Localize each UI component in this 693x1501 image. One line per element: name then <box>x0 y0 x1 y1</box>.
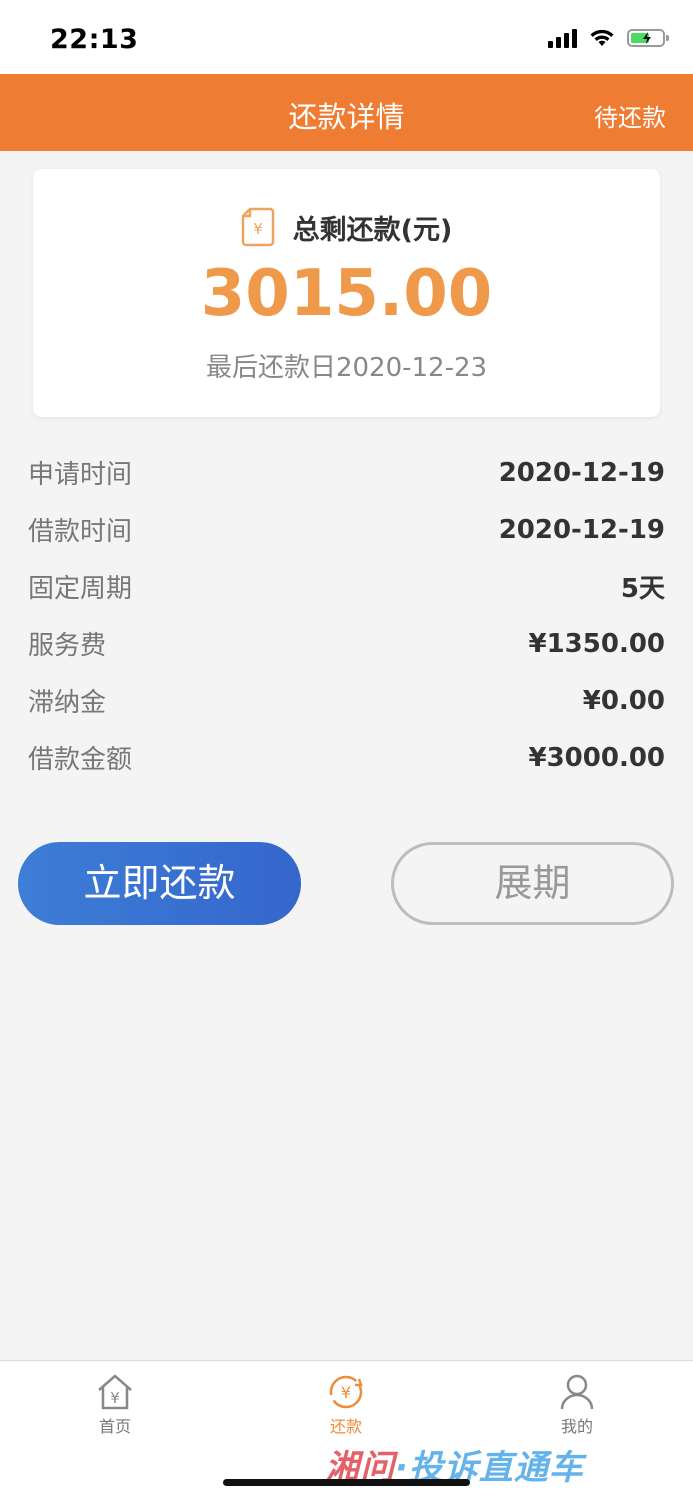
detail-label: 服务费 <box>28 631 107 661</box>
summary-label: 总剩还款(元) <box>292 214 453 246</box>
status-bar: 22:13 <box>0 0 693 74</box>
page-title: 还款详情 <box>288 100 405 134</box>
tab-repay[interactable]: ¥ 还款 <box>286 1373 406 1437</box>
repayment-status-label: 待还款 <box>594 104 666 132</box>
detail-value: ¥3000.00 <box>528 742 665 773</box>
detail-row-loan-amount: 借款金额 ¥3000.00 <box>28 729 665 786</box>
svg-text:¥: ¥ <box>341 1383 351 1402</box>
repay-now-button[interactable]: 立即还款 <box>18 842 301 925</box>
tab-home[interactable]: ¥ 首页 <box>55 1373 175 1437</box>
detail-row-late-fee: 滞纳金 ¥0.00 <box>28 672 665 729</box>
tab-home-label: 首页 <box>98 1417 131 1436</box>
wifi-icon <box>590 29 614 46</box>
detail-value: 2020-12-19 <box>498 457 665 488</box>
remaining-amount: 3015.00 <box>200 257 493 331</box>
detail-label: 借款金额 <box>28 745 133 775</box>
svg-text:¥: ¥ <box>110 1389 120 1407</box>
status-icons <box>548 28 669 48</box>
repayment-summary-card: ¥ 总剩还款(元) 3015.00 最后还款日2020-12-23 <box>33 169 660 417</box>
signal-icon <box>548 28 577 48</box>
svg-text:¥: ¥ <box>253 220 263 238</box>
detail-value: ¥0.00 <box>582 685 665 716</box>
detail-value: 5天 <box>620 574 665 604</box>
yen-document-icon: ¥ <box>241 207 274 247</box>
detail-row-loan-time: 借款时间 2020-12-19 <box>28 501 665 558</box>
detail-label: 滞纳金 <box>28 688 107 718</box>
detail-label: 申请时间 <box>28 460 133 490</box>
tab-profile[interactable]: 我的 <box>517 1373 637 1437</box>
extend-button[interactable]: 展期 <box>391 842 674 925</box>
detail-label: 借款时间 <box>28 517 133 547</box>
yen-refresh-icon: ¥ <box>329 1375 363 1409</box>
status-time: 22:13 <box>50 24 139 55</box>
due-date: 最后还款日2020-12-23 <box>205 353 488 383</box>
nav-header: 还款详情 待还款 <box>0 74 693 151</box>
home-indicator[interactable] <box>223 1479 470 1486</box>
detail-label: 固定周期 <box>28 574 133 604</box>
tab-repay-label: 还款 <box>329 1417 362 1436</box>
loan-details: 申请时间 2020-12-19 借款时间 2020-12-19 固定周期 5天 … <box>28 444 665 786</box>
detail-value: 2020-12-19 <box>498 514 665 545</box>
tab-profile-label: 我的 <box>560 1417 593 1436</box>
detail-row-period: 固定周期 5天 <box>28 558 665 615</box>
detail-row-service-fee: 服务费 ¥1350.00 <box>28 615 665 672</box>
user-icon <box>560 1374 594 1410</box>
home-yen-icon: ¥ <box>98 1374 132 1410</box>
detail-value: ¥1350.00 <box>528 628 665 659</box>
detail-row-apply-time: 申请时间 2020-12-19 <box>28 444 665 501</box>
battery-icon <box>627 29 669 47</box>
summary-header: ¥ 总剩还款(元) <box>33 207 660 247</box>
